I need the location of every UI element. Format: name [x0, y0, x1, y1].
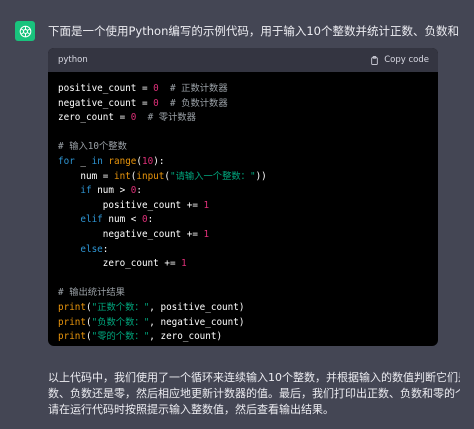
code-line: else:	[58, 243, 438, 258]
code-line: elif num < 0:	[58, 213, 438, 228]
code-token: , positive_count)	[149, 301, 245, 313]
chat-message: 下面是一个使用Python编写的示例代码，用于输入10个整数并统计正数、负数和零…	[0, 0, 474, 429]
code-token: in	[91, 155, 103, 167]
code-token: "负数个数："	[91, 316, 150, 328]
assistant-avatar	[15, 21, 35, 41]
code-token: , negative_count)	[149, 316, 245, 328]
code-token: elif	[80, 214, 103, 226]
code-token: "请输入一个整数："	[170, 170, 256, 182]
code-token: _	[74, 155, 92, 167]
code-line: print("零的个数：", zero_count)	[58, 330, 438, 345]
message-intro: 下面是一个使用Python编写的示例代码，用于输入10个整数并统计正数、负数和零…	[48, 24, 458, 38]
code-line: for _ in range(10):	[58, 155, 438, 170]
code-header: python Copy code	[48, 48, 438, 72]
code-token: ):	[153, 155, 165, 167]
code-token: negative_count =	[58, 97, 154, 109]
openai-logo-icon	[19, 25, 31, 37]
code-token: 1	[203, 199, 210, 211]
code-token: # 负数计数器	[169, 97, 228, 109]
code-token: zero_count =	[58, 112, 131, 124]
code-token: , zero_count)	[149, 331, 223, 343]
code-line: # 输入10个整数	[58, 140, 438, 155]
code-line: positive_count += 1	[58, 199, 438, 214]
code-line: print("正数个数：", positive_count)	[58, 301, 438, 316]
code-token: print	[58, 331, 86, 343]
code-token: else	[80, 243, 103, 255]
code-token: num =	[58, 170, 114, 182]
code-token: 10	[142, 155, 154, 167]
code-token: positive_count +=	[58, 199, 204, 211]
code-line: if num > 0:	[58, 184, 438, 199]
code-token: :	[102, 243, 109, 255]
message-outro: 以上代码中，我们使用了一个循环来连续输入10个整数，并根据输入的数值判断它们是正…	[48, 370, 460, 418]
code-body: positive_count = 0 # 正数计数器 negative_count…	[48, 72, 438, 345]
code-token: # 输入10个整数	[58, 141, 127, 153]
code-line: negative_count = 0 # 负数计数器	[58, 97, 438, 112]
code-token: for	[58, 155, 75, 167]
code-token: "正数个数："	[91, 301, 150, 313]
code-token: positive_count =	[58, 83, 154, 94]
code-line: # 输出统计结果	[58, 286, 438, 301]
code-token: zero_count +=	[58, 258, 182, 270]
code-token: :	[147, 214, 154, 226]
copy-code-label: Copy code	[384, 55, 429, 65]
code-line: zero_count = 0 # 零计数器	[58, 111, 438, 126]
code-line: print("负数个数：", negative_count)	[58, 316, 438, 331]
code-token: negative_count +=	[58, 228, 204, 240]
outro-line: 请在运行代码时按照提示输入整数值，然后查看输出结果。	[48, 403, 334, 416]
code-token: # 零计数器	[147, 112, 196, 124]
outro-line: 以上代码中，我们使用了一个循环来连续输入10个整数，并根据输入的数值判断它们是正	[48, 371, 460, 384]
code-token: 1	[181, 258, 187, 270]
code-language: python	[58, 55, 88, 65]
code-token: print	[58, 316, 86, 328]
code-token: input	[136, 170, 165, 182]
code-token: num <	[102, 214, 142, 226]
code-token: :	[136, 185, 142, 197]
code-line: num = int(input("请输入一个整数："))	[58, 170, 438, 185]
code-line: negative_count += 1	[58, 228, 438, 243]
code-block: python Copy code positive_count = 0 # 正数…	[48, 48, 438, 346]
code-token: ))	[255, 170, 267, 182]
code-token: "零的个数："	[91, 331, 150, 343]
copy-code-button[interactable]: Copy code	[370, 55, 429, 65]
code-line: positive_count = 0 # 正数计数器	[58, 82, 438, 97]
code-token: # 正数计数器	[169, 83, 228, 94]
code-token: if	[80, 185, 92, 197]
outro-line: 数、负数还是零，然后相应地更新计数器的值。最后，我们打印出正数、负数和零的个数。	[48, 387, 460, 400]
code-token: range	[108, 155, 137, 167]
code-token: int	[113, 170, 131, 182]
code-token: # 输出统计结果	[58, 287, 125, 299]
code-token: num >	[91, 185, 131, 197]
code-token: print	[58, 301, 86, 313]
code-line: zero_count += 1	[58, 257, 438, 272]
code-token: 1	[203, 228, 210, 240]
clipboard-icon	[371, 55, 378, 65]
